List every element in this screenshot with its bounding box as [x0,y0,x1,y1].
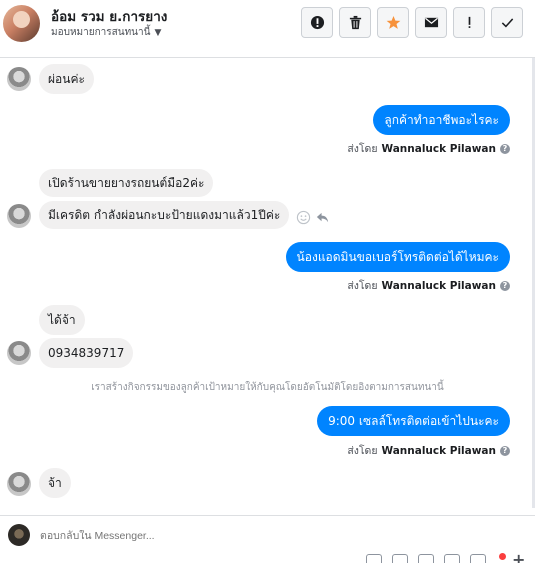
outgoing-message[interactable]: 9:00 เซลล์โทรติดต่อเข้าไปนะคะ [317,406,510,436]
help-icon[interactable]: ? [500,280,510,291]
incoming-message[interactable]: มีเครดิต กำลังผ่อนกะบะป้ายแดงมาแล้ว1ปีค่… [39,201,290,229]
reply-composer: + [0,515,535,563]
reply-icon[interactable] [315,210,330,225]
paperclip-icon[interactable] [392,554,408,563]
customer-avatar-small [7,472,31,496]
smiley-icon[interactable] [296,210,311,225]
outgoing-message[interactable]: น้องแอดมินขอเบอร์โทรติดต่อได้ไหมคะ [285,242,510,272]
exclamation-icon [468,16,470,28]
message-actions [296,210,330,225]
help-icon[interactable]: ? [500,143,510,154]
customer-avatar-small [7,341,31,365]
mic-icon[interactable] [470,554,486,563]
trash-icon [349,15,361,30]
sent-by-label: ส่งโดย Wannaluck Pilawan ? [347,442,510,459]
star-button[interactable] [377,7,409,38]
reply-input[interactable] [40,530,175,542]
mark-unread-button[interactable] [415,7,447,38]
sent-by-prefix: ส่งโดย [347,280,378,292]
customer-avatar-small [7,204,31,228]
customer-avatar-small [7,67,31,91]
outgoing-message[interactable]: ลูกค้าทำอาชีพอะไรคะ [373,105,510,135]
delete-button[interactable] [339,7,371,38]
incoming-message[interactable]: เปิดร้านขายยางรถยนต์มือ2ค่ะ [39,169,214,197]
sent-by-name: Wannaluck Pilawan [381,279,496,292]
assign-label: มอบหมายการสนทนานี้ [51,27,151,38]
caret-down-icon: ▼ [154,27,162,38]
sent-by-prefix: ส่งโดย [347,143,378,155]
plus-icon[interactable]: + [512,552,525,563]
incoming-message[interactable]: ผ่อนค่ะ [39,64,94,94]
assign-conversation-dropdown[interactable]: มอบหมายการสนทนานี้ ▼ [51,25,161,40]
mark-spam-button[interactable] [301,7,333,38]
incoming-message[interactable]: 0934839717 [39,338,134,368]
star-icon [386,15,400,29]
composer-toolbar [366,554,486,563]
incoming-message[interactable]: ได้จ้า [39,305,85,335]
sent-by-prefix: ส่งโดย [347,445,378,457]
customer-avatar[interactable] [3,5,40,42]
notification-dot [499,553,506,560]
alert-circle-icon [310,15,324,30]
envelope-icon [424,17,438,28]
page-avatar [8,524,30,546]
sent-by-name: Wannaluck Pilawan [381,142,496,155]
attachment-icon[interactable] [366,554,382,563]
customer-name[interactable]: อ้อม รวม ย.การยาง [51,5,167,27]
conversation-header: อ้อม รวม ย.การยาง มอบหมายการสนทนานี้ ▼ [0,0,535,58]
system-notice: เราสร้างกิจกรรมของลูกค้าเป้าหมายให้กับคุ… [91,382,444,393]
sent-by-label: ส่งโดย Wannaluck Pilawan ? [347,277,510,294]
check-icon [501,18,513,28]
help-icon[interactable]: ? [500,445,510,456]
saved-reply-icon[interactable] [418,554,434,563]
mark-done-button[interactable] [491,7,523,38]
emoji-icon[interactable] [444,554,460,563]
follow-up-button[interactable] [453,7,485,38]
incoming-message[interactable]: จ้า [39,468,71,498]
sent-by-label: ส่งโดย Wannaluck Pilawan ? [347,140,510,157]
sent-by-name: Wannaluck Pilawan [381,444,496,457]
